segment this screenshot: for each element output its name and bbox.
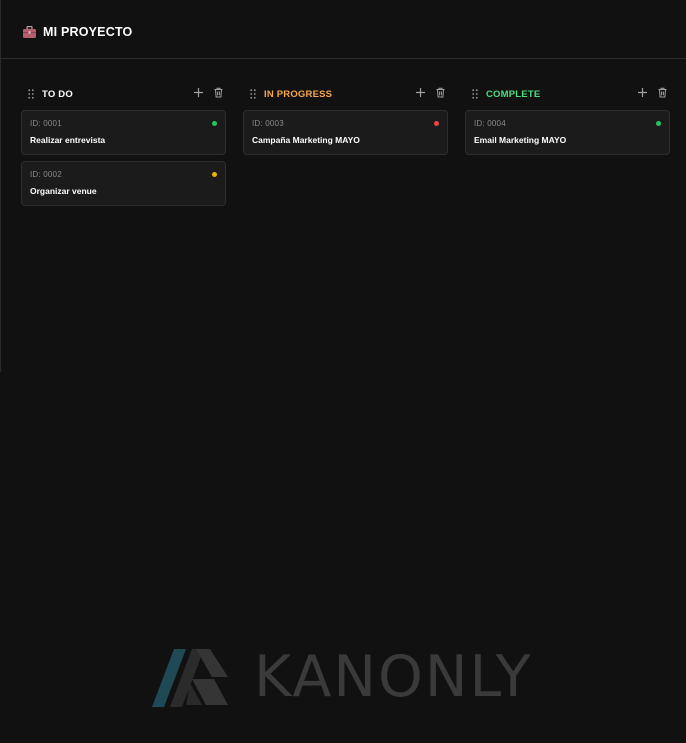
column-actions [193,87,224,98]
task-id: ID: 0001 [30,119,62,128]
column-actions [637,87,668,98]
task-card[interactable]: ID: 0002 Organizar venue [21,161,226,206]
project-title-group: MI PROYECTO [23,24,132,40]
task-id: ID: 0004 [474,119,506,128]
column-header: TO DO [21,86,226,102]
trash-icon[interactable] [435,87,446,98]
task-card[interactable]: ID: 0003 Campaña Marketing MAYO [243,110,448,155]
brand-name: KANONLY [254,644,533,710]
kanonly-logo-icon [152,649,228,707]
column-header: COMPLETE [465,86,670,102]
status-dot [656,121,661,126]
plus-icon[interactable] [415,87,426,98]
plus-icon[interactable] [193,87,204,98]
task-card[interactable]: ID: 0004 Email Marketing MAYO [465,110,670,155]
column-todo: TO DO ID: 0001 Realizar entrevista ID: 0… [21,86,226,206]
project-title: MI PROYECTO [43,25,133,39]
drag-handle-icon[interactable] [28,89,34,99]
task-card[interactable]: ID: 0001 Realizar entrevista [21,110,226,155]
column-in-progress: IN PROGRESS ID: 0003 Campaña Marketing M… [243,86,448,155]
column-title: TO DO [42,88,73,100]
column-header: IN PROGRESS [243,86,448,102]
status-dot [212,121,217,126]
briefcase-icon [23,26,36,38]
status-dot [434,121,439,126]
column-title: COMPLETE [486,88,541,100]
task-title: Organizar venue [30,186,97,196]
trash-icon[interactable] [213,87,224,98]
drag-handle-icon[interactable] [250,89,256,99]
task-title: Realizar entrevista [30,135,106,145]
trash-icon[interactable] [657,87,668,98]
task-id: ID: 0002 [30,170,62,179]
task-title: Campaña Marketing MAYO [252,135,360,145]
kanban-board-page: MI PROYECTO TO DO ID: 0001 Realizar entr… [0,0,686,743]
brand-watermark: KANONLY [152,646,533,708]
status-dot [212,172,217,177]
column-actions [415,87,446,98]
column-title: IN PROGRESS [264,88,333,100]
task-title: Email Marketing MAYO [474,135,567,145]
task-id: ID: 0003 [252,119,284,128]
column-complete: COMPLETE ID: 0004 Email Marketing MAYO [465,86,670,155]
plus-icon[interactable] [637,87,648,98]
header-bar: MI PROYECTO [0,0,686,59]
drag-handle-icon[interactable] [472,89,478,99]
